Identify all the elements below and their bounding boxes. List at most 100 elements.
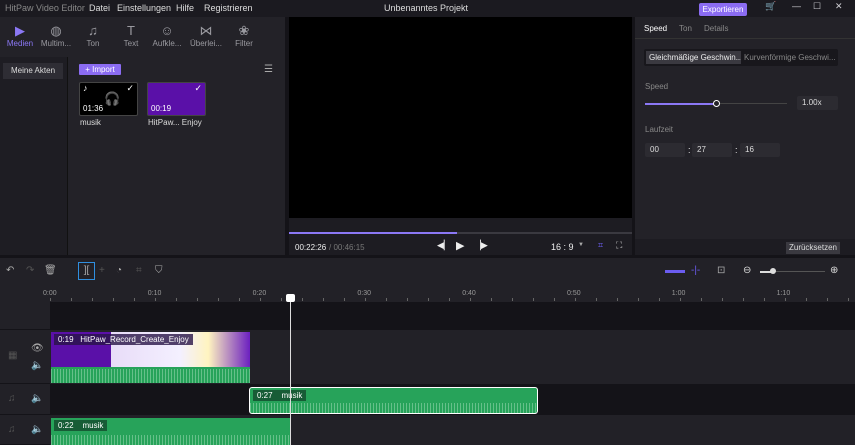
ruler-label: 1:10	[776, 290, 791, 297]
cart-icon[interactable]: 🛒	[765, 1, 776, 12]
tab-speed[interactable]: Speed	[644, 24, 667, 33]
menu-hilfe[interactable]: Hilfe	[176, 3, 194, 13]
separator: :	[735, 145, 738, 155]
my-files-button[interactable]: Meine Akten	[3, 63, 63, 79]
audio-clip-selected[interactable]: 0:27 musik	[249, 387, 538, 414]
export-button[interactable]: Exportieren	[699, 3, 747, 16]
tab-sticker[interactable]: ☺ Aufkle...	[147, 23, 187, 48]
track-header	[0, 302, 50, 330]
video-track-header: ▦ 👁 🔈	[0, 330, 50, 384]
tab-details[interactable]: Details	[704, 24, 728, 33]
zoom-in-icon[interactable]: ⊕	[830, 265, 838, 276]
speaker-icon[interactable]: 🔈	[31, 393, 43, 404]
media-item-video[interactable]: ✓ 00:19	[147, 82, 206, 116]
divider	[635, 38, 855, 39]
ruler-tick	[92, 298, 93, 301]
play-icon[interactable]: ▶	[456, 239, 464, 252]
music-note-icon: ♪	[83, 83, 88, 93]
ruler-tick	[302, 298, 303, 301]
check-icon: ✓	[194, 83, 202, 93]
shield-icon[interactable]: ⛉	[155, 265, 163, 276]
smiley-icon: ☺	[160, 23, 174, 38]
timeline-ruler[interactable]: 0:00 0:10 0:20 0:30 0:40 0:50 1:00 1:10	[0, 285, 855, 302]
tab-ton[interactable]: ♫ Ton	[73, 23, 113, 48]
ruler-tick	[176, 298, 177, 301]
project-title: Unbenanntes Projekt	[384, 3, 469, 13]
zoom-out-icon[interactable]: ⊖	[743, 265, 751, 276]
hours-input[interactable]: 00	[645, 143, 685, 157]
tab-label: Überlei...	[189, 39, 222, 48]
tab-transition[interactable]: ⋈ Überlei...	[186, 23, 226, 48]
playhead-line[interactable]	[290, 297, 291, 445]
minutes-input[interactable]: 27	[692, 143, 732, 157]
ruler-tick	[680, 298, 681, 301]
timeline-toolbar: ↶ ↷ 🗑 ][ + ◔ ⌗ ⛉ ▬▬ -|- ⊡ ⊖ ⊕	[0, 258, 855, 285]
undo-icon[interactable]: ↶	[6, 265, 14, 276]
ruler-tick	[554, 298, 555, 301]
delete-icon[interactable]: 🗑	[44, 265, 57, 276]
tab-medien[interactable]: ▶ Medien	[0, 23, 40, 48]
chevron-down-icon[interactable]: ▼	[578, 242, 584, 248]
import-button[interactable]: + Import	[79, 64, 121, 75]
tab-label: Multim...	[40, 39, 72, 48]
minimize-icon[interactable]: —	[792, 1, 801, 11]
clip-label: 0:22 musik	[54, 420, 108, 431]
clip-duration: 0:19	[58, 335, 74, 344]
redo-icon[interactable]: ↷	[26, 265, 34, 276]
video-clip[interactable]: 0:19 HitPaw_Record_Create_Enjoy	[51, 332, 250, 383]
check-icon: ✓	[126, 83, 134, 93]
sort-icon[interactable]: ☰	[264, 64, 273, 75]
speed-slider-handle[interactable]	[713, 100, 720, 107]
transition-icon: ⋈	[199, 23, 213, 38]
text-icon: T	[127, 23, 135, 38]
maximize-icon[interactable]: ☐	[813, 1, 821, 12]
add-icon[interactable]: +	[99, 265, 105, 276]
media-item-musik[interactable]: ♪ 🎧 ✓ 01:36	[79, 82, 138, 116]
current-time: 00:22:26	[295, 243, 327, 252]
zoom-slider-handle[interactable]	[770, 268, 776, 274]
playhead-handle[interactable]	[286, 294, 295, 302]
speed-label: Speed	[645, 82, 669, 91]
eye-icon[interactable]: 👁	[31, 343, 44, 354]
fullscreen-icon[interactable]: ⛶	[616, 240, 622, 251]
aspect-ratio-select[interactable]: 16 : 9	[551, 242, 574, 252]
headphones-icon: 🎧	[104, 91, 121, 106]
curve-speed-option[interactable]: Kurvenförmige Geschwi...	[744, 53, 838, 62]
split-icon[interactable]: ][	[78, 262, 95, 280]
next-frame-icon[interactable]: ▕▶	[474, 240, 488, 251]
waveform	[51, 435, 290, 445]
uniform-speed-option[interactable]: Gleichmäßige Geschwin...	[646, 51, 741, 64]
tab-multimedia[interactable]: ◍ Multim...	[36, 23, 76, 48]
ruler-tick	[365, 298, 366, 301]
crop-icon[interactable]: ⌗	[598, 240, 603, 251]
audio-clip[interactable]: 0:22 musik	[51, 418, 290, 445]
speed-input[interactable]: 1.00x	[797, 96, 838, 110]
ruler-tick	[386, 298, 387, 301]
marker-icon[interactable]: -|-	[691, 265, 700, 276]
ruler-tick	[428, 298, 429, 301]
tab-text[interactable]: T Text	[111, 23, 151, 48]
ruler-tick	[449, 298, 450, 301]
tab-ton-right[interactable]: Ton	[679, 24, 692, 33]
ruler-tick	[407, 298, 408, 301]
player-controls: 00:22:26 / 00:46:15 ◀▏ ▶ ▕▶ 16 : 9 ▼ ⌗ ⛶	[289, 218, 751, 255]
seek-bar[interactable]	[289, 232, 632, 234]
speed-icon[interactable]: ◔	[116, 265, 122, 276]
snap-icon[interactable]: ▬▬	[665, 265, 685, 276]
fit-icon[interactable]: ⊡	[717, 265, 725, 276]
crop-icon[interactable]: ⌗	[136, 265, 142, 276]
media-duration: 00:19	[151, 104, 172, 113]
close-icon[interactable]: ✕	[835, 1, 843, 12]
ruler-tick	[113, 298, 114, 301]
menu-registrieren[interactable]: Registrieren	[204, 3, 253, 13]
seconds-input[interactable]: 16	[740, 143, 780, 157]
ruler-tick	[50, 298, 51, 301]
menu-einstellungen[interactable]: Einstellungen	[117, 3, 171, 13]
speaker-icon[interactable]: 🔈	[31, 360, 43, 371]
reset-button[interactable]: Zurücksetzen	[786, 242, 840, 254]
tab-filter[interactable]: ❀ Filter	[224, 23, 264, 48]
film-icon: ▦	[8, 350, 18, 361]
speaker-icon[interactable]: 🔈	[31, 424, 43, 435]
prev-frame-icon[interactable]: ◀▏	[437, 240, 451, 251]
menu-datei[interactable]: Datei	[89, 3, 110, 13]
